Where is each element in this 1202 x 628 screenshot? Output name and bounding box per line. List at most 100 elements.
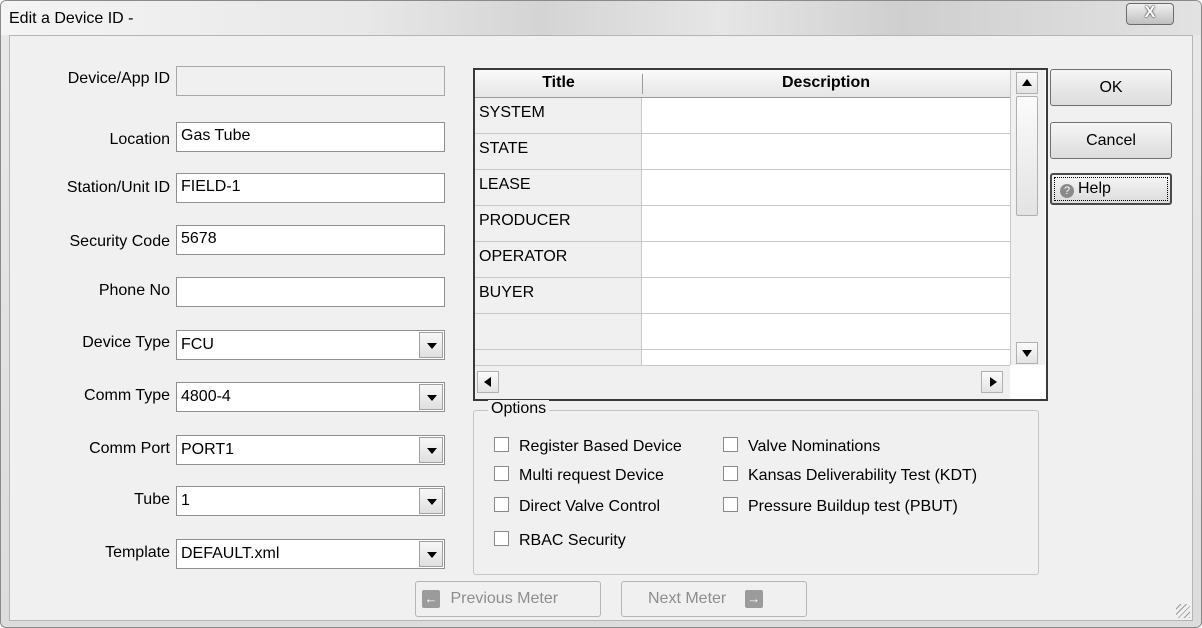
checkbox-label: Valve Nominations (748, 438, 881, 455)
phone-no-label: Phone No (98, 282, 170, 299)
table-row[interactable]: LEASE (475, 170, 1010, 206)
next-meter-label: Next Meter (648, 590, 727, 607)
column-header-description[interactable]: Description (642, 74, 1010, 92)
comm-type-value: 4800-4 (181, 388, 231, 405)
table-row[interactable]: BUYER (475, 278, 1010, 314)
row-title-cell[interactable]: PRODUCER (475, 206, 642, 241)
template-select[interactable]: DEFAULT.xml (176, 539, 445, 569)
options-group: Options Register Based Device Multi requ… (473, 400, 1039, 575)
row-title-cell[interactable] (475, 350, 642, 365)
row-description-cell[interactable] (642, 242, 1010, 277)
help-button[interactable]: ? Help (1050, 173, 1172, 205)
row-description-cell[interactable] (642, 134, 1010, 169)
device-type-label: Device Type (82, 334, 170, 351)
dialog-body: Device/App ID Location Gas Tube Station/… (9, 35, 1193, 621)
chevron-down-icon[interactable] (419, 541, 443, 567)
arrow-right-icon: → (744, 589, 763, 608)
direct-valve-control-checkbox[interactable]: Direct Valve Control (494, 497, 660, 516)
ok-button[interactable]: OK (1050, 69, 1172, 106)
close-button[interactable]: X (1126, 3, 1174, 25)
pressure-buildup-test-checkbox[interactable]: Pressure Buildup test (PBUT) (723, 497, 958, 516)
row-description-cell[interactable] (642, 314, 1010, 349)
table-row[interactable]: OPERATOR (475, 242, 1010, 278)
cancel-button[interactable]: Cancel (1050, 122, 1172, 159)
row-title-cell[interactable]: LEASE (475, 170, 642, 205)
security-code-input[interactable]: 5678 (176, 225, 445, 255)
row-description-cell[interactable] (642, 98, 1010, 133)
device-app-id-label: Device/App ID (67, 70, 170, 87)
scroll-down-icon[interactable] (1016, 342, 1038, 364)
title-bar[interactable]: Edit a Device ID - X (1, 1, 1201, 35)
chevron-down-icon[interactable] (419, 488, 443, 514)
resize-grip-icon[interactable] (1176, 604, 1190, 618)
scroll-thumb[interactable] (1016, 96, 1038, 216)
vertical-scrollbar[interactable] (1010, 70, 1045, 365)
device-app-id-input[interactable] (176, 66, 445, 96)
edit-device-dialog: Edit a Device ID - X Device/App ID Locat… (0, 0, 1202, 628)
checkbox-label: RBAC Security (519, 532, 626, 549)
security-code-label: Security Code (69, 233, 171, 250)
checkbox-box[interactable] (494, 531, 509, 546)
scroll-right-icon[interactable] (981, 371, 1003, 393)
row-title-cell[interactable]: BUYER (475, 278, 642, 313)
previous-meter-label: Previous Meter (450, 590, 559, 607)
checkbox-box[interactable] (494, 466, 509, 481)
register-based-device-checkbox[interactable]: Register Based Device (494, 437, 682, 456)
checkbox-label: Kansas Deliverability Test (KDT) (748, 467, 978, 484)
comm-port-select[interactable]: PORT1 (176, 435, 445, 465)
title-description-grid[interactable]: Title Description SYSTEM STATE LEASE PRO… (473, 68, 1048, 401)
kansas-deliverability-test-checkbox[interactable]: Kansas Deliverability Test (KDT) (723, 466, 977, 485)
tube-select[interactable]: 1 (176, 486, 445, 516)
checkbox-label: Multi request Device (519, 467, 664, 484)
chevron-down-icon[interactable] (419, 332, 443, 358)
table-row[interactable]: SYSTEM (475, 98, 1010, 134)
table-row[interactable]: PRODUCER (475, 206, 1010, 242)
checkbox-box[interactable] (723, 437, 738, 452)
scroll-left-icon[interactable] (477, 371, 499, 393)
checkbox-box[interactable] (494, 497, 509, 512)
scroll-up-icon[interactable] (1016, 72, 1038, 94)
template-label: Template (105, 544, 170, 561)
phone-no-input[interactable] (176, 277, 445, 307)
options-legend: Options (488, 400, 550, 418)
device-type-select[interactable]: FCU (176, 330, 445, 360)
help-icon: ? (1060, 184, 1074, 198)
row-title-cell[interactable] (475, 314, 642, 349)
row-description-cell[interactable] (642, 278, 1010, 313)
horizontal-scrollbar[interactable] (475, 365, 1010, 399)
row-title-cell[interactable]: SYSTEM (475, 98, 642, 133)
comm-port-label: Comm Port (89, 440, 170, 457)
row-description-cell[interactable] (642, 206, 1010, 241)
column-header-title[interactable]: Title (475, 74, 643, 94)
multi-request-device-checkbox[interactable]: Multi request Device (494, 466, 664, 485)
row-description-cell[interactable] (642, 350, 1010, 365)
valve-nominations-checkbox[interactable]: Valve Nominations (723, 437, 880, 456)
checkbox-box[interactable] (494, 437, 509, 452)
row-description-cell[interactable] (642, 170, 1010, 205)
table-row[interactable] (475, 350, 1010, 365)
template-value: DEFAULT.xml (181, 545, 280, 562)
comm-type-label: Comm Type (84, 387, 170, 404)
location-input[interactable]: Gas Tube (176, 122, 445, 152)
previous-meter-button[interactable]: ← Previous Meter (415, 581, 601, 617)
chevron-down-icon[interactable] (419, 437, 443, 463)
table-row[interactable]: STATE (475, 134, 1010, 170)
grid-header: Title Description (475, 70, 1025, 98)
checkbox-box[interactable] (723, 497, 738, 512)
rbac-security-checkbox[interactable]: RBAC Security (494, 531, 626, 550)
checkbox-box[interactable] (723, 466, 738, 481)
arrow-left-icon: ← (422, 589, 440, 608)
device-type-value: FCU (181, 336, 214, 353)
comm-type-select[interactable]: 4800-4 (176, 382, 445, 412)
checkbox-label: Pressure Buildup test (PBUT) (748, 498, 958, 515)
close-icon: X (1144, 4, 1156, 21)
chevron-down-icon[interactable] (419, 384, 443, 410)
station-unit-id-input[interactable]: FIELD-1 (176, 173, 445, 203)
next-meter-button[interactable]: Next Meter → (621, 581, 807, 617)
tube-value: 1 (181, 492, 190, 509)
row-title-cell[interactable]: OPERATOR (475, 242, 642, 277)
row-title-cell[interactable]: STATE (475, 134, 642, 169)
help-button-label: Help (1078, 180, 1111, 197)
checkbox-label: Register Based Device (519, 438, 682, 455)
table-row[interactable] (475, 314, 1010, 350)
